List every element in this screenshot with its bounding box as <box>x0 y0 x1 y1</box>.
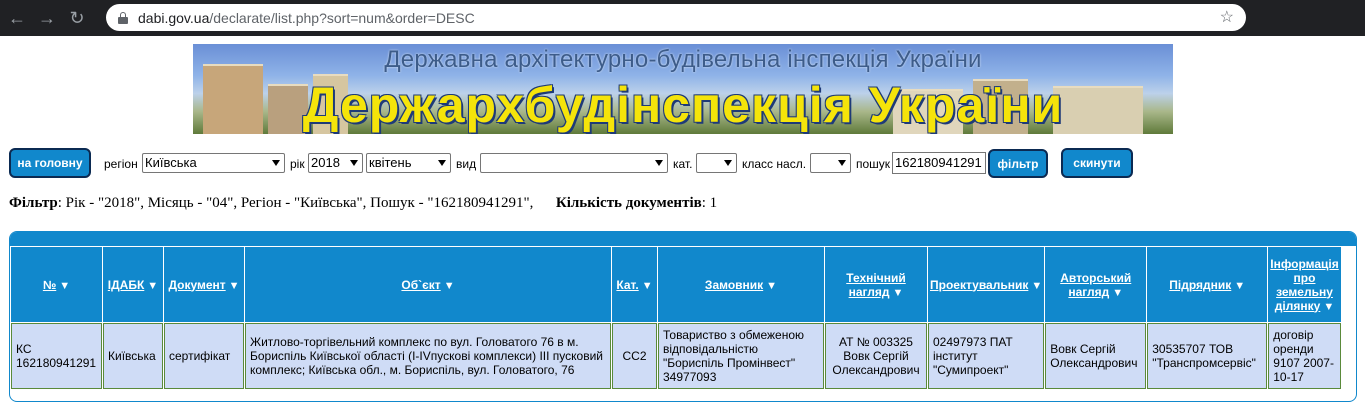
table-header-row: № ▼ ІДАБК ▼ Документ ▼ Об`єкт ▼ Кат. ▼ Замовн… <box>11 247 1341 322</box>
banner-title: Держархбудінспекція України <box>302 77 1064 133</box>
sort-link-customer[interactable]: Замовник <box>705 278 763 292</box>
url-text: dabi.gov.ua/declarate/list.php?sort=num&… <box>138 10 475 26</box>
sort-link-tech-supervision[interactable]: Технічний <box>846 271 905 285</box>
sort-link-tech-supervision-2[interactable]: нагляд <box>849 285 890 299</box>
sort-link-land-info-3[interactable]: земельну <box>1276 285 1333 299</box>
sort-link-land-info-2[interactable]: про <box>1294 271 1316 285</box>
table-row: КС 162180941291 Київська сертифікат Житл… <box>11 323 1341 389</box>
browser-toolbar: ← → ↻ dabi.gov.ua/declarate/list.php?sor… <box>0 0 1365 36</box>
cell-customer: Товариство з обмеженою відповідальністю … <box>658 323 824 389</box>
chevron-down-icon <box>272 160 280 166</box>
col-header-author-supervision[interactable]: Авторський нагляд ▼ <box>1045 247 1147 322</box>
col-header-contractor[interactable]: Підрядник ▼ <box>1147 247 1268 322</box>
sort-link-designer[interactable]: Проектувальник <box>930 278 1028 292</box>
bookmark-star-icon[interactable]: ☆ <box>1220 7 1234 27</box>
col-header-num[interactable]: № ▼ <box>11 247 102 322</box>
chevron-down-icon <box>655 160 663 166</box>
url-domain: dabi.gov.ua <box>138 9 210 26</box>
region-select[interactable]: Київська <box>142 153 285 173</box>
filter-summary: Фільтр: Рік - "2018", Місяць - "04", Рег… <box>9 195 717 212</box>
type-label: вид <box>456 157 477 171</box>
site-banner: Державна архітектурно-будівельна інспекц… <box>193 44 1173 134</box>
region-label: регіон <box>104 157 138 171</box>
forward-icon[interactable]: → <box>34 5 60 31</box>
sort-triangle-icon[interactable]: ▼ <box>229 280 240 292</box>
region-value: Київська <box>145 155 197 170</box>
banner-subtitle: Державна архітектурно-будівельна інспекц… <box>384 46 982 73</box>
sort-triangle-icon[interactable]: ▼ <box>444 280 455 292</box>
sort-triangle-icon[interactable]: ▼ <box>892 287 903 299</box>
sort-triangle-icon[interactable]: ▼ <box>1234 280 1245 292</box>
filter-summary-text: : Рік - "2018", Місяць - "04", Регіон - … <box>57 195 534 211</box>
declarations-table: № ▼ ІДАБК ▼ Документ ▼ Об`єкт ▼ Кат. ▼ Замовн… <box>10 246 1342 390</box>
sort-link-contractor[interactable]: Підрядник <box>1169 278 1231 292</box>
chevron-down-icon <box>438 160 446 166</box>
sort-triangle-icon[interactable]: ▼ <box>59 280 70 292</box>
sort-link-author-supervision-2[interactable]: нагляд <box>1068 285 1109 299</box>
year-select[interactable]: 2018 <box>308 153 363 173</box>
address-bar[interactable]: dabi.gov.ua/declarate/list.php?sort=num&… <box>106 4 1246 31</box>
year-label: рік <box>290 157 305 171</box>
filter-summary-label: Фільтр <box>9 195 58 211</box>
lock-icon <box>118 11 128 24</box>
col-header-category[interactable]: Кат. ▼ <box>612 247 657 322</box>
document-count-label: Кількість документів <box>555 195 702 211</box>
search-input[interactable]: 162180941291 <box>892 152 986 174</box>
cell-tech-supervision: АТ № 003325 Вовк Сергій Олександрович <box>825 323 927 389</box>
cell-designer: 02497973 ПАТ інститут "Сумипроект" <box>928 323 1045 389</box>
sort-triangle-icon[interactable]: ▼ <box>1112 287 1123 299</box>
month-value: квітень <box>369 155 412 170</box>
class-label: класс насл. <box>742 157 807 171</box>
col-header-customer[interactable]: Замовник ▼ <box>658 247 824 322</box>
col-header-document[interactable]: Документ ▼ <box>164 247 244 322</box>
reset-button[interactable]: скинути <box>1061 148 1133 178</box>
url-path: /declarate/list.php?sort=num&order=DESC <box>209 9 475 26</box>
cell-contractor: 30535707 ТОВ "Транспромсервіс" <box>1147 323 1268 389</box>
sort-link-document[interactable]: Документ <box>168 278 225 292</box>
col-header-designer[interactable]: Проектувальник ▼ <box>928 247 1045 322</box>
sort-link-land-info-4[interactable]: ділянку <box>1275 299 1321 313</box>
sort-link-object[interactable]: Об`єкт <box>401 278 440 292</box>
sort-triangle-icon[interactable]: ▼ <box>147 280 158 292</box>
chevron-down-icon <box>724 160 732 166</box>
year-value: 2018 <box>311 155 340 170</box>
search-label: пошук <box>856 157 891 171</box>
chevron-down-icon <box>838 160 846 166</box>
sort-triangle-icon[interactable]: ▼ <box>1323 301 1334 313</box>
back-icon[interactable]: ← <box>4 5 30 31</box>
col-header-tech-supervision[interactable]: Технічний нагляд ▼ <box>825 247 927 322</box>
sort-link-idabk[interactable]: ІДАБК <box>108 278 145 292</box>
col-header-object[interactable]: Об`єкт ▼ <box>245 247 611 322</box>
sort-link-category[interactable]: Кат. <box>616 278 638 292</box>
class-select[interactable] <box>810 153 851 173</box>
category-select[interactable] <box>696 153 737 173</box>
col-header-idabk[interactable]: ІДАБК ▼ <box>103 247 163 322</box>
cell-idabk: Київська <box>103 323 163 389</box>
declarations-table-panel: № ▼ ІДАБК ▼ Документ ▼ Об`єкт ▼ Кат. ▼ Замовн… <box>9 231 1357 402</box>
type-select[interactable] <box>480 153 668 173</box>
category-label: кат. <box>673 157 693 171</box>
sort-triangle-icon[interactable]: ▼ <box>642 280 653 292</box>
document-count-value: : 1 <box>701 195 718 211</box>
sort-triangle-icon[interactable]: ▼ <box>766 280 777 292</box>
cell-author-supervision: Вовк Сергій Олександрович <box>1045 323 1147 389</box>
sort-link-land-info[interactable]: Інформація <box>1270 257 1339 271</box>
sort-link-num[interactable]: № <box>43 278 56 292</box>
sort-link-author-supervision[interactable]: Авторський <box>1060 271 1131 285</box>
cell-land-info: договір оренди 9107 2007-10-17 <box>1268 323 1341 389</box>
cell-category: СС2 <box>612 323 657 389</box>
month-select[interactable]: квітень <box>366 153 451 173</box>
filter-button[interactable]: фільтр <box>988 149 1048 178</box>
table-top-bar <box>10 232 1356 246</box>
cell-num: КС 162180941291 <box>11 323 102 389</box>
col-header-land-info[interactable]: Інформація про земельну ділянку ▼ <box>1268 247 1341 322</box>
cell-document: сертифікат <box>164 323 244 389</box>
home-button[interactable]: на головну <box>9 148 91 178</box>
chevron-down-icon <box>350 160 358 166</box>
sort-triangle-icon[interactable]: ▼ <box>1031 280 1042 292</box>
reload-icon[interactable]: ↻ <box>64 5 90 31</box>
cell-object: Житлово-торгівельний комплекс по вул. Го… <box>245 323 611 389</box>
